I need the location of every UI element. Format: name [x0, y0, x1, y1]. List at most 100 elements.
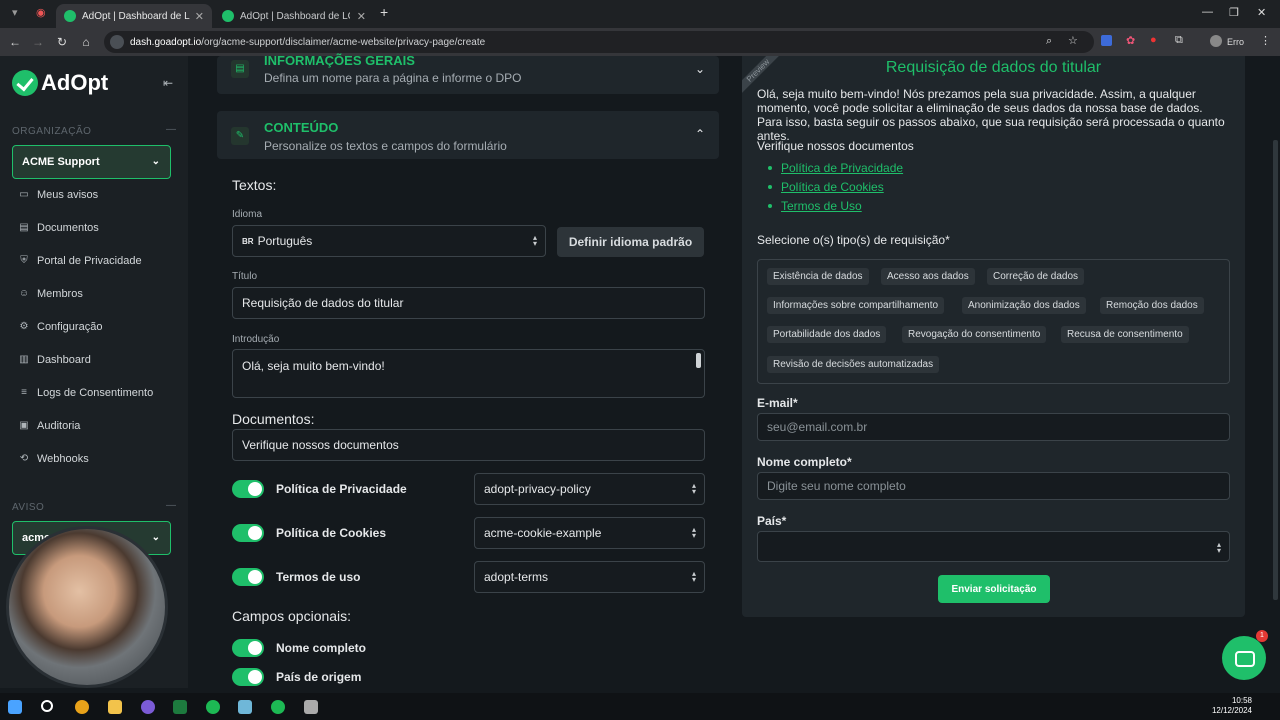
address-bar: ← → ↻ ⌂ dash.goadopt.io/org/acme-support…: [0, 28, 1280, 56]
document-icon: ▤: [231, 60, 249, 78]
webhook-icon: ⟲: [19, 453, 29, 464]
privacy-policy-toggle[interactable]: [232, 480, 264, 498]
sidebar-item-dashboard[interactable]: ▥ Dashboard: [18, 354, 91, 366]
sidebar-item-portal[interactable]: ⛨ Portal de Privacidade: [18, 255, 141, 267]
language-select[interactable]: BR Português ▴ ▾: [232, 225, 546, 257]
new-tab-icon[interactable]: +: [380, 4, 388, 20]
extension-icon[interactable]: ●: [1150, 34, 1157, 46]
cookie-policy-select[interactable]: acme-cookie-example ▴ ▾: [474, 517, 705, 549]
app-icon[interactable]: [141, 700, 155, 714]
browser-tab-1[interactable]: AdOpt | Dashboard de LGPD ✕: [56, 4, 212, 28]
sidebar-item-auditoria[interactable]: ▣ Auditoria: [18, 420, 80, 432]
app-icon[interactable]: [304, 700, 318, 714]
app-icon[interactable]: [238, 700, 252, 714]
excel-icon[interactable]: [173, 700, 187, 714]
chip-anonimizacao[interactable]: Anonimização dos dados: [962, 297, 1086, 314]
terms-select[interactable]: adopt-terms ▴ ▾: [474, 561, 705, 593]
name-field[interactable]: Digite seu nome completo: [757, 472, 1230, 500]
textarea-scrollbar[interactable]: [696, 353, 701, 368]
sidebar-item-configuracao[interactable]: ⚙ Configuração: [18, 321, 103, 333]
chat-widget-button[interactable]: [1222, 636, 1266, 680]
submit-request-button[interactable]: Enviar solicitação: [938, 575, 1050, 603]
sidebar-item-meus-avisos[interactable]: ▭ Meus avisos: [18, 189, 98, 201]
back-icon[interactable]: ←: [4, 35, 26, 49]
webcam-overlay: [6, 526, 168, 688]
default-language-button[interactable]: Definir idioma padrão: [557, 227, 704, 257]
extension-icon[interactable]: [1101, 35, 1112, 46]
link-cookie-policy[interactable]: Política de Cookies: [781, 180, 884, 194]
privacy-policy-select[interactable]: adopt-privacy-policy ▴ ▾: [474, 473, 705, 505]
chip-remocao[interactable]: Remoção dos dados: [1100, 297, 1204, 314]
chip-portabilidade[interactable]: Portabilidade dos dados: [767, 326, 887, 343]
spotify-icon[interactable]: [271, 700, 285, 714]
org-section-collapse-icon[interactable]: —: [166, 124, 176, 135]
tab-search-icon[interactable]: ▾: [12, 6, 18, 19]
chrome-app-icon[interactable]: [75, 700, 89, 714]
chevron-down-icon[interactable]: ⌄: [695, 62, 705, 76]
site-info-icon[interactable]: [110, 35, 124, 49]
documents-field[interactable]: Verifique nossos documentos: [232, 429, 705, 461]
title-field[interactable]: Requisição de dados do titular: [232, 287, 705, 319]
accordion-general-info[interactable]: ▤ INFORMAÇÕES GERAIS Defina um nome para…: [217, 53, 719, 94]
select-arrows-icon: ▴ ▾: [691, 481, 696, 496]
org-select[interactable]: ACME Support ⌄: [12, 145, 171, 179]
cookie-policy-toggle[interactable]: [232, 524, 264, 542]
sidebar-item-membros[interactable]: ☺ Membros: [18, 288, 83, 300]
title-label: Título: [232, 271, 258, 282]
page-scrollbar[interactable]: [1273, 140, 1278, 600]
full-name-toggle[interactable]: [232, 639, 264, 657]
file-explorer-icon[interactable]: [108, 700, 122, 714]
country-toggle[interactable]: [232, 668, 264, 686]
intro-textarea[interactable]: Olá, seja muito bem-vindo!: [232, 349, 705, 398]
spotify-icon[interactable]: [206, 700, 220, 714]
language-label: Idioma: [232, 209, 263, 220]
chevron-up-icon[interactable]: ⌃: [695, 127, 705, 141]
brand-logo[interactable]: AdOpt: [12, 70, 108, 96]
sidebar-item-logs[interactable]: ≡ Logs de Consentimento: [18, 387, 153, 399]
bookmark-star-icon[interactable]: ☆: [1068, 34, 1078, 47]
preview-docs-heading: Verifique nossos documentos: [757, 139, 914, 153]
sidebar-item-webhooks[interactable]: ⟲ Webhooks: [18, 453, 89, 465]
close-tab-icon[interactable]: ✕: [357, 10, 366, 23]
home-icon[interactable]: ⌂: [75, 35, 97, 49]
url-field[interactable]: dash.goadopt.io/org/acme-support/disclai…: [104, 31, 1094, 53]
chip-revisao[interactable]: Revisão de decisões automatizadas: [767, 356, 940, 373]
close-window-icon[interactable]: ✕: [1257, 6, 1266, 19]
chip-compartilhamento[interactable]: Informações sobre compartilhamento: [767, 297, 945, 314]
adopt-logo-icon: [12, 70, 38, 96]
extensions-puzzle-icon[interactable]: ⧉: [1175, 34, 1183, 47]
extension-icon[interactable]: ✿: [1126, 34, 1135, 47]
forward-icon[interactable]: →: [27, 35, 49, 49]
bullet-icon: [768, 204, 772, 208]
browser-tab-2[interactable]: AdOpt | Dashboard de LGPD ✕: [214, 4, 374, 28]
search-icon[interactable]: [41, 700, 53, 712]
accordion-content[interactable]: ✎ CONTEÚDO Personalize os textos e campo…: [217, 111, 719, 159]
sidebar-item-documentos[interactable]: ▤ Documentos: [18, 222, 99, 234]
collapse-sidebar-icon[interactable]: ⇤: [163, 76, 173, 90]
chip-revogacao[interactable]: Revogação do consentimento: [902, 326, 1047, 343]
bullet-icon: [768, 166, 772, 170]
windows-start-icon[interactable]: [8, 700, 22, 714]
chip-acesso[interactable]: Acesso aos dados: [881, 268, 975, 285]
chip-existencia[interactable]: Existência de dados: [767, 268, 869, 285]
email-field[interactable]: seu@email.com.br: [757, 413, 1230, 441]
country-select[interactable]: ▴ ▾: [757, 531, 1230, 562]
link-privacy-policy[interactable]: Política de Privacidade: [781, 161, 903, 175]
profile-status[interactable]: Erro: [1227, 37, 1244, 47]
reload-icon[interactable]: ↻: [51, 35, 73, 49]
maximize-icon[interactable]: ❐: [1229, 6, 1239, 19]
country-field-label: País*: [757, 514, 787, 528]
browser-menu-icon[interactable]: ⋮: [1260, 34, 1271, 47]
minimize-icon[interactable]: —: [1202, 6, 1213, 18]
intro-label: Introdução: [232, 334, 280, 345]
link-terms[interactable]: Termos de Uso: [781, 199, 862, 213]
shield-icon: ⛨: [20, 255, 28, 266]
zoom-icon[interactable]: ⌕: [1046, 35, 1052, 48]
chip-recusa[interactable]: Recusa de consentimento: [1061, 326, 1189, 343]
profile-avatar[interactable]: [1210, 35, 1222, 47]
close-tab-icon[interactable]: ✕: [195, 10, 204, 23]
aviso-section-collapse-icon[interactable]: —: [166, 500, 176, 511]
taskbar-clock[interactable]: 10:58 12/12/2024: [1212, 696, 1252, 716]
chip-correcao[interactable]: Correção de dados: [987, 268, 1085, 285]
terms-toggle[interactable]: [232, 568, 264, 586]
